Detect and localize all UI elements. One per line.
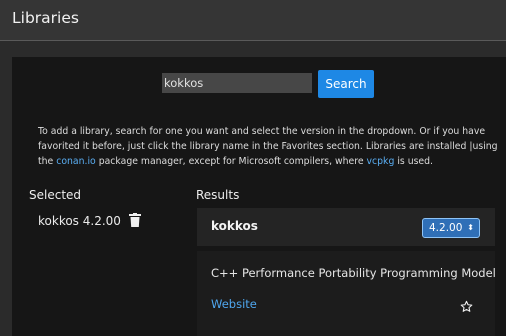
star-outline-icon[interactable] [460,300,473,313]
instructions-text: To add a library, search for one you wan… [38,124,500,169]
instructions-part-2: package manager, except for Microsoft co… [95,156,367,167]
selected-library-item[interactable]: kokkos 4.2.00 [38,214,121,228]
website-link[interactable]: Website [211,297,257,311]
result-card-body [197,251,495,336]
vcpkg-link[interactable]: vcpkg [367,156,395,167]
selected-heading: Selected [29,188,82,202]
updown-chevron-icon: ⬍ [467,223,474,232]
instructions-part-3: is used. [394,156,434,167]
version-select[interactable]: 4.2.00 ⬍ [422,218,480,238]
result-library-name[interactable]: kokkos [211,219,258,233]
search-button[interactable]: Search [318,70,374,98]
conan-link[interactable]: conan.io [56,156,96,167]
results-heading: Results [196,188,240,202]
version-select-value: 4.2.00 [429,222,463,234]
dialog-title: Libraries [12,9,79,27]
search-input[interactable] [162,73,312,93]
trash-icon[interactable] [129,213,141,227]
title-bar: Libraries [0,0,506,41]
result-description: C++ Performance Portability Programming … [211,266,496,280]
